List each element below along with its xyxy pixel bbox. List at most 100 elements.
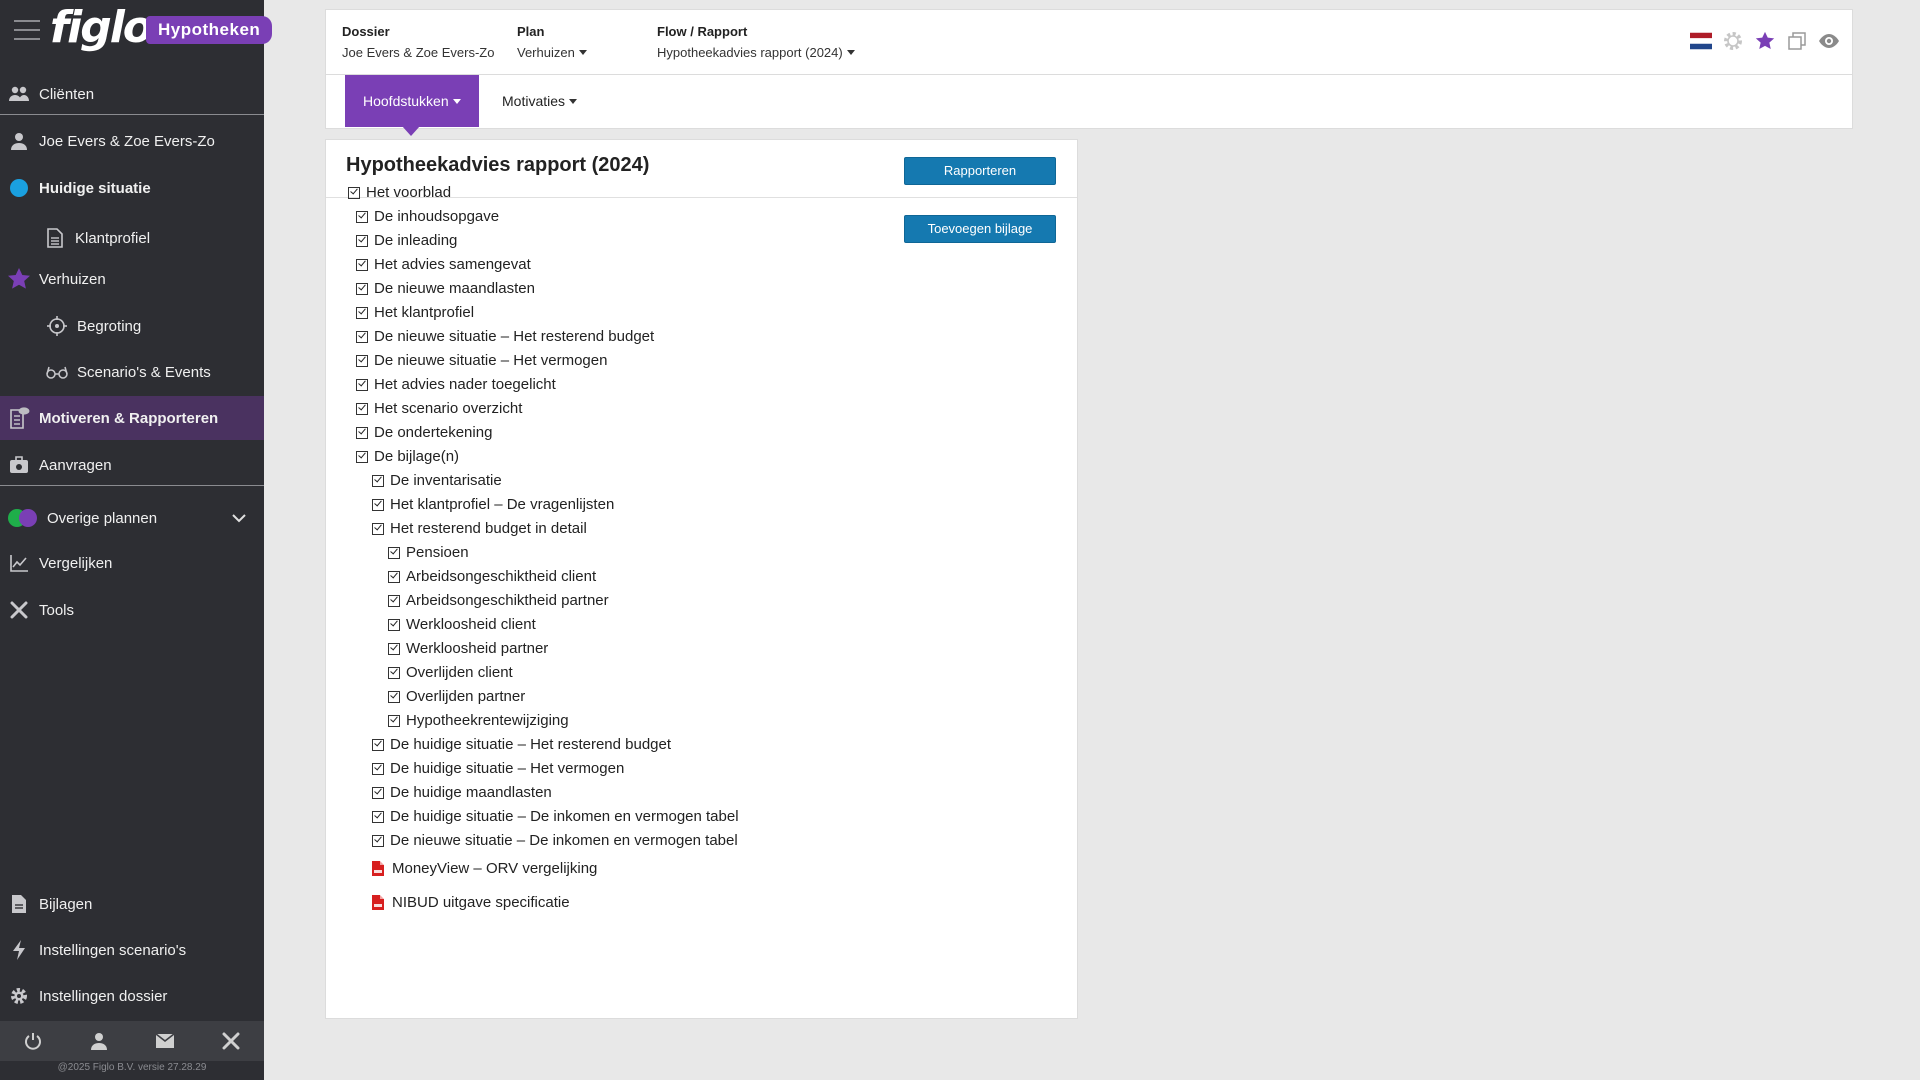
attachment-item[interactable]: MoneyView – ORV vergelijking (372, 860, 597, 877)
chapter-item[interactable]: Het advies nader toegelicht (356, 376, 556, 393)
sidebar-item-vergelijken[interactable]: Vergelijken (0, 549, 264, 577)
chapter-item[interactable]: De inventarisatie (372, 472, 502, 489)
chapter-item[interactable]: Hypotheekrentewijziging (388, 712, 569, 729)
chevron-down-icon[interactable] (232, 510, 246, 527)
chapter-item[interactable]: De huidige maandlasten (372, 784, 552, 801)
checkbox-checked-icon[interactable] (388, 570, 400, 583)
chapter-item[interactable]: De nieuwe situatie – De inkomen en vermo… (372, 832, 738, 849)
chapter-item[interactable]: De huidige situatie – Het resterend budg… (372, 736, 671, 753)
checkbox-checked-icon[interactable] (388, 714, 400, 727)
sidebar-item-motiveren-rapporteren[interactable]: Motiveren & Rapporteren (0, 396, 264, 440)
chapter-item[interactable]: De nieuwe situatie – Het vermogen (356, 352, 607, 369)
chapter-item[interactable]: Arbeidsongeschiktheid partner (388, 592, 609, 609)
chapter-item[interactable]: De nieuwe situatie – Het resterend budge… (356, 328, 654, 345)
checkbox-checked-icon[interactable] (356, 210, 368, 223)
chapter-label: De inleading (374, 232, 458, 249)
checkbox-checked-icon[interactable] (372, 810, 384, 823)
sidebar-item-dossier[interactable]: Joe Evers & Zoe Evers-Zo (0, 127, 264, 155)
checkbox-checked-icon[interactable] (356, 354, 368, 367)
sidebar-item-bijlagen[interactable]: Bijlagen (0, 890, 264, 918)
checkbox-checked-icon[interactable] (372, 474, 384, 487)
settings-gear-icon[interactable] (1722, 30, 1744, 52)
checkbox-checked-icon[interactable] (372, 738, 384, 751)
chapter-item[interactable]: Het klantprofiel – De vragenlijsten (372, 496, 614, 513)
plan-selector[interactable]: Plan Verhuizen (517, 24, 587, 60)
checkbox-checked-icon[interactable] (372, 498, 384, 511)
chapter-label: Overlijden client (406, 664, 513, 681)
checkbox-checked-icon[interactable] (356, 378, 368, 391)
chapter-label: De nieuwe situatie – Het resterend budge… (374, 328, 655, 345)
checkbox-checked-icon[interactable] (388, 690, 400, 703)
sidebar-item-begroting[interactable]: Begroting (0, 312, 264, 340)
checkbox-checked-icon[interactable] (356, 402, 368, 415)
checkbox-checked-icon[interactable] (348, 186, 360, 199)
chapter-item[interactable]: Werkloosheid partner (388, 640, 548, 657)
chapter-item[interactable]: De ondertekening (356, 424, 492, 441)
chapter-item[interactable]: Het klantprofiel (356, 304, 474, 321)
rapporteren-button[interactable]: Rapporteren (904, 157, 1056, 185)
chapter-item[interactable]: De inhoudsopgave (356, 208, 499, 225)
user-profile-icon[interactable] (84, 1026, 114, 1056)
dossier-value: Joe Evers & Zoe Evers-Zo (342, 45, 495, 60)
dossier-selector[interactable]: Dossier Joe Evers & Zoe Evers-Zo (342, 24, 494, 60)
checkbox-checked-icon[interactable] (388, 594, 400, 607)
plan-value: Verhuizen (517, 45, 575, 60)
tab-motivaties[interactable]: Motivaties (502, 75, 578, 127)
chapter-item[interactable]: De nieuwe maandlasten (356, 280, 535, 297)
checkbox-checked-icon[interactable] (356, 426, 368, 439)
chapter-item[interactable]: Het advies samengevat (356, 256, 531, 273)
chapter-item[interactable]: Pensioen (388, 544, 469, 561)
flow-selector[interactable]: Flow / Rapport Hypotheekadvies rapport (… (657, 24, 855, 60)
checkbox-checked-icon[interactable] (356, 234, 368, 247)
checkbox-checked-icon[interactable] (388, 546, 400, 559)
sidebar-item-verhuizen[interactable]: Verhuizen (0, 265, 264, 293)
chapter-item[interactable]: Het voorblad (348, 184, 451, 201)
dutch-flag-icon[interactable] (1690, 30, 1712, 52)
sidebar-item-instellingen-dossier[interactable]: Instellingen dossier (0, 982, 264, 1010)
checkbox-checked-icon[interactable] (388, 618, 400, 631)
checkbox-checked-icon[interactable] (372, 834, 384, 847)
checkbox-checked-icon[interactable] (388, 642, 400, 655)
chapter-item[interactable]: Het resterend budget in detail (372, 520, 587, 537)
hamburger-menu-icon[interactable] (14, 20, 40, 40)
checkbox-checked-icon[interactable] (356, 258, 368, 271)
chapter-item[interactable]: Overlijden partner (388, 688, 525, 705)
chapter-item[interactable]: De huidige situatie – Het vermogen (372, 760, 624, 777)
chapter-item[interactable]: De huidige situatie – De inkomen en verm… (372, 808, 739, 825)
chapter-item[interactable]: Overlijden client (388, 664, 513, 681)
copy-icon[interactable] (1786, 30, 1808, 52)
sidebar-item-clienten[interactable]: Cliënten (0, 80, 264, 108)
checkbox-checked-icon[interactable] (356, 450, 368, 463)
sidebar-item-scenarios-events[interactable]: Scenario's & Events (0, 358, 264, 386)
chapter-label: De nieuwe maandlasten (374, 280, 535, 297)
sidebar-item-overige-plannen[interactable]: Overige plannen (0, 504, 264, 532)
checkbox-checked-icon[interactable] (372, 522, 384, 535)
chapter-item[interactable]: Het scenario overzicht (356, 400, 522, 417)
chapter-item[interactable]: De bijlage(n) (356, 448, 459, 465)
checkbox-checked-icon[interactable] (372, 762, 384, 775)
mail-icon[interactable] (150, 1026, 180, 1056)
chapter-item[interactable]: Werkloosheid client (388, 616, 536, 633)
power-icon[interactable] (18, 1026, 48, 1056)
sidebar-item-instellingen-scenarios[interactable]: Instellingen scenario's (0, 936, 264, 964)
tools-footer-icon[interactable] (216, 1026, 246, 1056)
sidebar-item-aanvragen[interactable]: Aanvragen (0, 451, 264, 479)
chapter-item[interactable]: De inleading (356, 232, 457, 249)
checkbox-checked-icon[interactable] (356, 282, 368, 295)
tab-hoofdstukken[interactable]: Hoofdstukken (345, 75, 479, 127)
checkbox-checked-icon[interactable] (356, 306, 368, 319)
divider (0, 485, 264, 486)
sidebar-footer (0, 1021, 264, 1061)
sidebar-item-tools[interactable]: Tools (0, 596, 264, 624)
checkbox-checked-icon[interactable] (372, 786, 384, 799)
checkbox-checked-icon[interactable] (388, 666, 400, 679)
favorite-star-icon[interactable] (1754, 30, 1776, 52)
sidebar-item-klantprofiel[interactable]: Klantprofiel (0, 224, 264, 252)
chapter-item[interactable]: Arbeidsongeschiktheid client (388, 568, 596, 585)
attachment-item[interactable]: NIBUD uitgave specificatie (372, 894, 570, 911)
checkbox-checked-icon[interactable] (356, 330, 368, 343)
toevoegen-bijlage-button[interactable]: Toevoegen bijlage (904, 215, 1056, 243)
eye-icon[interactable] (1818, 30, 1840, 52)
bolt-icon (7, 938, 31, 962)
sidebar-item-huidige-situatie[interactable]: Huidige situatie (0, 174, 264, 202)
